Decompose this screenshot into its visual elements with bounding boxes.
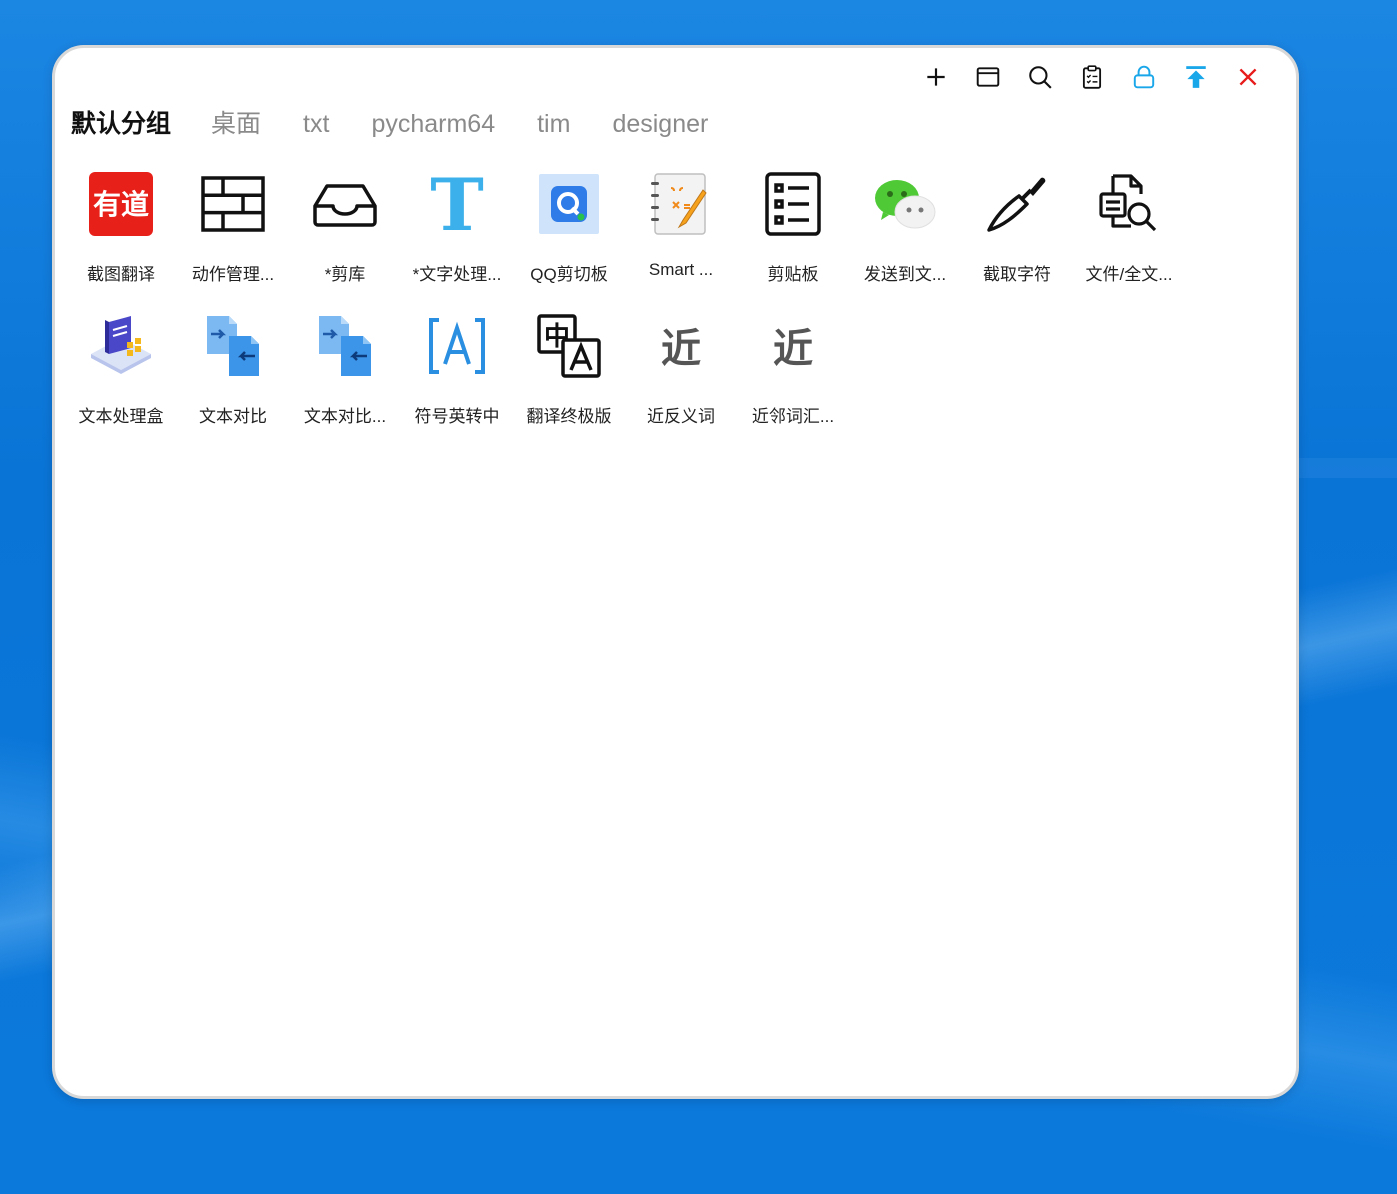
jin-character-icon: 近 [649,314,713,378]
knife-icon [985,172,1049,236]
jin-character-icon-text: 近 [773,326,813,372]
shortcut-label: *剪库 [324,265,366,284]
window-icon [976,67,1000,87]
tab-desktop[interactable]: 桌面 [211,104,261,140]
shortcut-label: 文本对比 [199,407,267,426]
shortcut-item[interactable]: 发送到文... [849,160,961,302]
shortcut-label: *文字处理... [412,265,502,284]
close-button[interactable] [1230,61,1266,93]
youdao-icon-text: 有道 [93,188,149,221]
shortcut-item[interactable]: 截取字符 [961,160,1073,302]
inbox-tray-icon [313,172,377,236]
shortcut-label: 近反义词 [647,407,715,426]
pin-top-icon [1186,66,1206,88]
shortcut-label: QQ剪切板 [530,265,608,284]
shortcut-item[interactable]: 近 近反义词 [625,302,737,444]
search-icon [1029,66,1052,89]
shortcut-item[interactable]: 剪贴板 [737,160,849,302]
shortcut-row: 有道 截图翻译 动作管理... *剪库 T *文字处理... QQ剪切板 Sma… [65,160,1205,302]
shortcut-label: 符号英转中 [414,407,500,426]
file-search-icon [1097,172,1161,236]
shortcut-item[interactable]: 动作管理... [177,160,289,302]
list-document-icon [761,172,825,236]
add-icon [927,68,945,86]
shortcut-label: 截取字符 [983,265,1051,284]
jin-character-icon: 近 [761,314,825,378]
tab-txt[interactable]: txt [303,110,329,139]
tab-tim[interactable]: tim [537,110,570,139]
shortcut-item[interactable]: Smart ... [625,160,737,302]
clipboard-button[interactable] [1074,61,1110,93]
close-icon [1239,68,1257,86]
shortcut-row: 文本处理盒 文本对比 文本对比... 符号英转中 中 翻译终极版 近 近反义词 … [65,302,1205,444]
letter-t-icon-text: T [430,172,484,236]
lock-icon [1133,65,1155,89]
text-box-isometric-icon [89,314,153,378]
tab-pycharm64[interactable]: pycharm64 [371,110,495,139]
shortcut-item[interactable]: QQ剪切板 [513,160,625,302]
shortcut-item[interactable]: 文本处理盒 [65,302,177,444]
tab-designer[interactable]: designer [612,110,708,139]
clipboard-list-icon [1082,65,1102,89]
launcher-window: 默认分组 桌面 txt pycharm64 tim designer 有道 截图… [52,45,1299,1099]
shortcut-label: 文件/全文... [1085,265,1173,284]
shortcut-item[interactable]: 近 近邻词汇... [737,302,849,444]
window-mode-button[interactable] [970,61,1006,93]
letter-t-icon: T [425,172,489,236]
shortcut-grid: 有道 截图翻译 动作管理... *剪库 T *文字处理... QQ剪切板 Sma… [65,160,1205,444]
shortcut-item[interactable]: 文本对比 [177,302,289,444]
jin-character-icon-text: 近 [661,326,701,372]
bracket-a-icon [425,314,489,378]
shortcut-item[interactable]: 有道 截图翻译 [65,160,177,302]
shortcut-label: 近邻词汇... [751,407,835,426]
shortcut-item[interactable]: 文本对比... [289,302,401,444]
search-button[interactable] [1022,61,1058,93]
window-toolbar [918,61,1266,93]
shortcut-label: 动作管理... [191,265,275,284]
youdao-icon: 有道 [89,172,153,236]
shortcut-label: 截图翻译 [87,265,155,284]
shortcut-item[interactable]: T *文字处理... [401,160,513,302]
qq-clipboard-icon [537,172,601,236]
shortcut-item[interactable]: 符号英转中 [401,302,513,444]
tab-default-group[interactable]: 默认分组 [71,104,171,140]
text-compare-icon [201,314,265,378]
math-notebook-icon [649,172,713,236]
shortcut-item[interactable]: 中 翻译终极版 [513,302,625,444]
add-button[interactable] [918,61,954,93]
brick-wall-icon [201,172,265,236]
shortcut-item[interactable]: 文件/全文... [1073,160,1185,302]
shortcut-label: 发送到文... [863,265,947,284]
translate-icon: 中 [537,314,601,378]
group-tabs: 默认分组 桌面 txt pycharm64 tim designer [71,104,750,140]
pin-top-button[interactable] [1178,61,1214,93]
wechat-icon [873,172,937,236]
shortcut-item[interactable]: *剪库 [289,160,401,302]
shortcut-label: Smart ... [648,260,714,279]
lock-button[interactable] [1126,61,1162,93]
shortcut-label: 文本处理盒 [78,407,164,426]
shortcut-label: 剪贴板 [767,265,819,284]
shortcut-label: 文本对比... [303,407,387,426]
shortcut-label: 翻译终极版 [526,407,612,426]
text-compare-icon [313,314,377,378]
desktop-highlight [1296,458,1397,478]
